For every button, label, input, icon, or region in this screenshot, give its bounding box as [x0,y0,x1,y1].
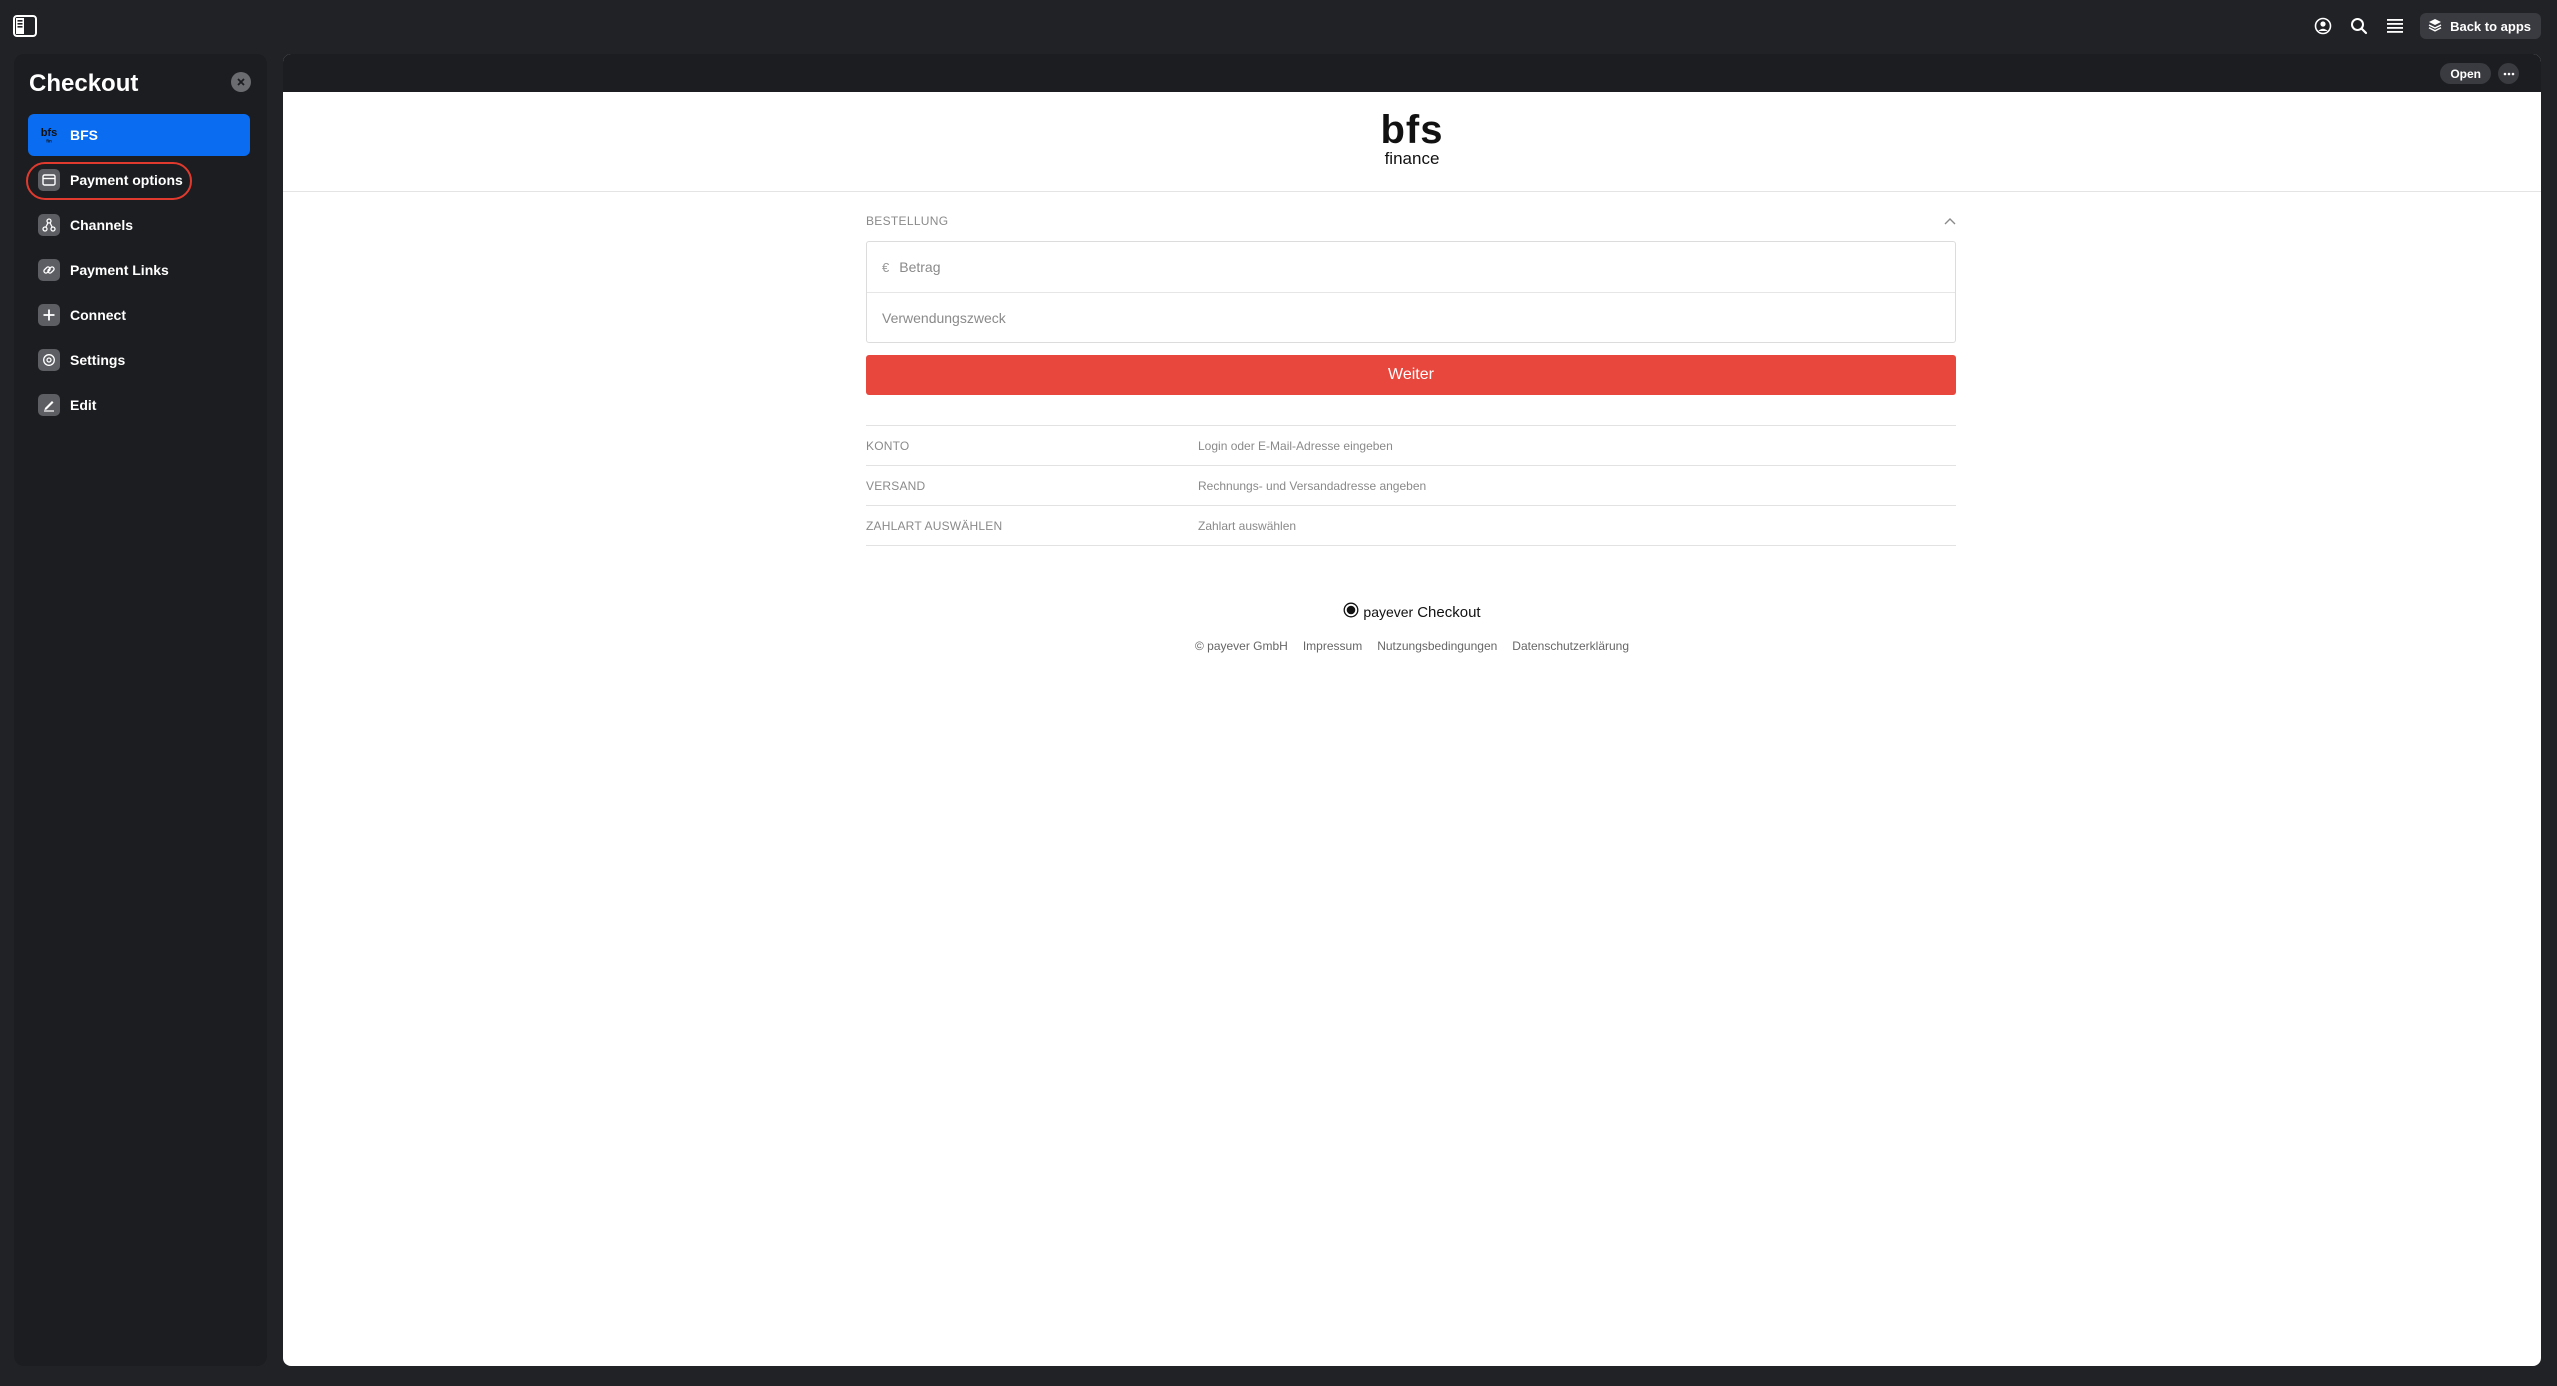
payever-logo-icon [1343,602,1359,622]
sidebar-item-label: Connect [70,307,126,323]
gear-icon [38,349,60,371]
apps-icon [2428,18,2442,35]
step-value: Zahlart auswählen [1198,518,1297,533]
plus-icon [38,304,60,326]
checkout-footer: payever Checkout © payever GmbH Impressu… [283,602,2541,653]
sidebar-item-label: Payment options [70,172,183,188]
amount-input[interactable]: € Betrag [867,242,1955,292]
brand-logo-line2: finance [1384,149,1440,168]
order-section-header[interactable]: BESTELLUNG [866,209,1956,233]
step-account[interactable]: KONTO Login oder E-Mail-Adresse eingeben [866,426,1956,466]
brand-logo: bfs finance [1381,110,1444,168]
purpose-placeholder: Verwendungszweck [882,309,1006,326]
brand-logo-line1: bfs [1380,108,1444,152]
back-to-apps-button[interactable]: Back to apps [2420,13,2541,39]
card-icon [38,169,60,191]
sidebar-item-edit[interactable]: Edit [28,384,250,426]
profile-icon[interactable] [2312,15,2334,37]
continue-button[interactable]: Weiter [866,355,1956,395]
close-icon[interactable] [231,72,251,92]
sidebar-item-label: Edit [70,397,97,413]
checkout-product: Checkout [1417,603,1481,621]
step-value: Rechnungs- und Versandadresse angeben [1198,478,1427,493]
sidebar-item-label: Payment Links [70,262,169,278]
sidebar-toggle-icon[interactable] [12,13,38,39]
sidebar-item-payment-links[interactable]: Payment Links [28,249,250,291]
sidebar-item-connect[interactable]: Connect [28,294,250,336]
step-label: VERSAND [866,478,926,493]
sidebar-item-payment-options[interactable]: Payment options [26,159,250,201]
sidebar-nav: bfs fin BFS Payment options Channels Pay… [26,114,250,429]
top-bar-tools: Back to apps [2312,12,2541,40]
svg-text:fin: fin [46,138,52,143]
order-box: € Betrag Verwendungszweck [866,241,1956,343]
sidebar-item-bfs[interactable]: bfs fin BFS [28,114,250,156]
amount-placeholder: Betrag [899,259,941,275]
channels-icon [38,214,60,236]
sidebar-title: Checkout [29,70,139,97]
sidebar-item-label: Settings [70,352,126,368]
checkout-steps: KONTO Login oder E-Mail-Adresse eingeben… [866,425,1956,546]
back-to-apps-label: Back to apps [2450,18,2531,34]
purpose-input[interactable]: Verwendungszweck [867,292,1955,342]
sidebar-item-settings[interactable]: Settings [28,339,250,381]
open-button[interactable]: Open [2440,63,2491,84]
main-header: Open [283,54,2541,92]
step-label: ZAHLART AUSWÄHLEN [866,518,1003,533]
order-section-label: BESTELLUNG [866,214,949,228]
step-payment-method[interactable]: ZAHLART AUSWÄHLEN Zahlart auswählen [866,506,1956,546]
more-icon[interactable] [2498,63,2519,84]
chevron-up-icon[interactable] [1944,214,1956,228]
edit-icon [38,394,60,416]
step-shipping[interactable]: VERSAND Rechnungs- und Versandadresse an… [866,466,1956,506]
sidebar-item-label: Channels [70,217,134,233]
footer-links: © payever GmbH Impressum Nutzungsbedingu… [283,639,2541,653]
currency-symbol: € [882,259,890,275]
payever-brand: payever [1363,604,1414,620]
step-value: Login oder E-Mail-Adresse eingeben [1198,438,1393,453]
terms-link[interactable]: Nutzungsbedingungen [1377,639,1497,653]
sidebar-item-label: BFS [70,127,98,143]
step-label: KONTO [866,438,910,453]
top-bar: Back to apps [0,0,2557,52]
menu-icon[interactable] [2384,15,2406,37]
privacy-link[interactable]: Datenschutzerklärung [1512,639,1629,653]
payever-checkout-logo: payever Checkout [1343,602,1481,622]
svg-text:bfs: bfs [41,127,58,139]
link-icon [38,259,60,281]
sidebar-item-channels[interactable]: Channels [28,204,250,246]
bfs-logo-icon: bfs fin [38,124,60,146]
copyright: © payever GmbH [1194,639,1288,653]
search-icon[interactable] [2348,15,2370,37]
impressum-link[interactable]: Impressum [1303,639,1362,653]
checkout-form: BESTELLUNG € Betrag Verwendungszweck Wei… [866,209,1956,546]
brand-bar: bfs finance [283,92,2541,192]
sidebar: Checkout bfs fin BFS Payment options Cha… [14,54,267,1366]
main-panel: Open bfs finance BESTELLUNG € Betrag Ver… [283,54,2541,1366]
